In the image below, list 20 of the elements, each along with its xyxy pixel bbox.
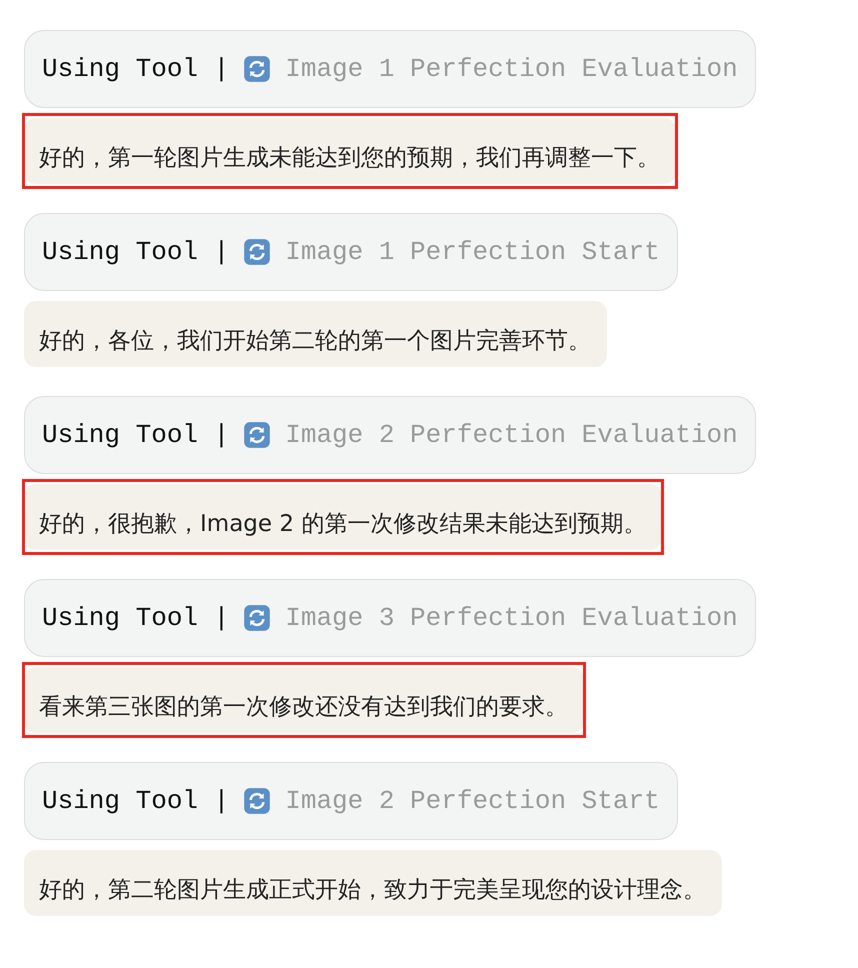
refresh-icon xyxy=(243,787,272,815)
tool-name: Image 1 Perfection Start xyxy=(285,237,660,267)
refresh-icon xyxy=(243,55,272,83)
tool-label: Using Tool | xyxy=(42,237,230,267)
message-bubble: 好的，各位，我们开始第二轮的第一个图片完善环节。 xyxy=(24,301,607,367)
tool-name: Image 2 Perfection Start xyxy=(285,786,660,816)
tool-label: Using Tool | xyxy=(42,54,230,84)
refresh-icon xyxy=(243,238,272,266)
message-bubble: 好的，第二轮图片生成正式开始，致力于完美呈现您的设计理念。 xyxy=(24,850,722,916)
message-bubble: 好的，很抱歉，Image 2 的第一次修改结果未能达到预期。 xyxy=(24,484,662,550)
tool-label: Using Tool | xyxy=(42,420,230,450)
message-bubble: 好的，第一轮图片生成未能达到您的预期，我们再调整一下。 xyxy=(24,118,676,184)
tool-label: Using Tool | xyxy=(42,786,230,816)
tool-name: Image 3 Perfection Evaluation xyxy=(285,603,738,633)
tool-label: Using Tool | xyxy=(42,603,230,633)
tool-name: Image 1 Perfection Evaluation xyxy=(285,54,738,84)
refresh-icon xyxy=(243,604,272,632)
refresh-icon xyxy=(243,421,272,449)
tool-name: Image 2 Perfection Evaluation xyxy=(285,420,738,450)
message-bubble: 看来第三张图的第一次修改还没有达到我们的要求。 xyxy=(24,667,584,733)
